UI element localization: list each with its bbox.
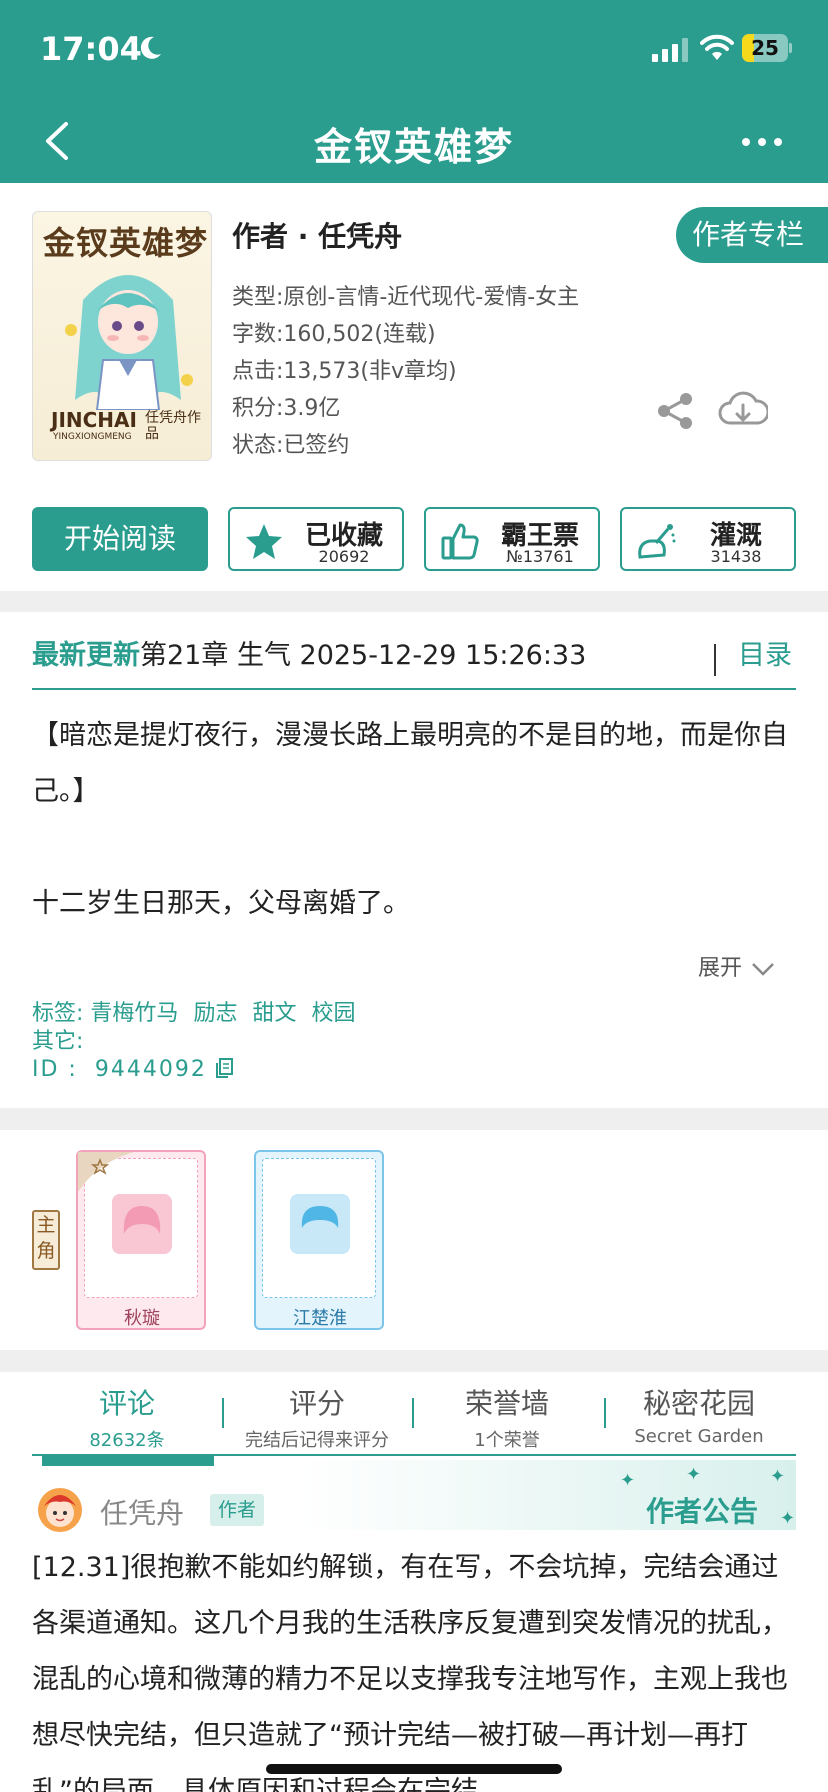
id-row: ID : 9444092 [32,1056,363,1084]
battery-tip [789,43,792,53]
commenter-name[interactable]: 任凭舟 [100,1492,184,1532]
tabs-comments-card: 评论 82632条 评分 完结后记得来评分 荣誉墙 1个荣誉 秘密花园 Secr… [0,1372,828,1792]
latest-update-row[interactable]: 最新更新第21章 生气 2025-12-29 15:26:33 目录 [32,632,796,680]
tab-sub: 1个荣誉 [474,1430,540,1451]
summary-paragraph: 十二岁生日那天，父母离婚了。 [32,888,410,919]
comment-body: [12.31]很抱歉不能如约解锁，有在写，不会坑掉，完结会通过各渠道通知。这几个… [32,1552,788,1792]
chevron-down-icon [752,963,774,976]
status-bar: 17:04 25 [0,30,828,70]
author-badge: 作者 [210,1494,265,1526]
sparkle-icon: ✦ [620,1470,636,1491]
battery-indicator: 25 [742,34,792,62]
book-cover[interactable]: 金钗英雄梦 JINCHAI YINGXIONGMENG 任凭舟作品 [32,211,212,461]
author-name[interactable]: 作者 · 任凭舟 [232,215,402,255]
cover-english-title: JINCHAI [51,408,137,432]
tab-honor-wall[interactable]: 荣誉墙 1个荣誉 [412,1382,602,1452]
lead-role-tag: 主角 [32,1210,60,1270]
cover-illustration-icon [65,275,193,410]
book-id: 9444092 [94,1057,207,1082]
copy-icon[interactable] [213,1057,235,1079]
tag-item[interactable]: 甜文 [252,1001,296,1026]
collect-button[interactable]: 已收藏 20692 [228,507,404,571]
tickets-button[interactable]: 霸王票 №13761 [424,507,600,571]
character-avatar-icon [112,1194,172,1254]
status-time: 17:04 [40,30,142,68]
cloud-download-icon[interactable] [718,389,768,433]
app-header: 17:04 25 金钗英雄梦 [0,0,828,183]
cover-title-art: 金钗英雄梦 [43,224,209,262]
star-corner-icon [78,1152,134,1192]
tab-label: 秘密花园 [642,1387,755,1420]
moon-icon [140,36,161,59]
tags-row: 标签: 青梅竹马 励志 甜文 校园 [32,1000,363,1028]
info-clicks: 点击:13,573(非v章均) [232,359,457,384]
more-options-icon[interactable] [736,120,788,164]
info-status: 状态:已签约 [232,433,350,458]
active-tab-indicator [42,1456,214,1466]
book-info-card: 金钗英雄梦 JINCHAI YINGXIONGMENG 任凭舟作品 作者 · 任… [0,183,828,591]
author-column-button[interactable]: 作者专栏 [676,207,828,263]
tags-section: 标签: 青梅竹马 励志 甜文 校园 其它: ID : 9444092 [32,1000,363,1084]
share-icon[interactable] [656,391,696,431]
tag-item[interactable]: 励志 [193,1001,237,1026]
tags-label: 标签: [32,1001,84,1026]
tab-rating[interactable]: 评分 完结后记得来评分 [222,1382,412,1452]
summary-paragraph: 【暗恋是提灯夜行，漫漫长路上最明亮的不是目的地，而是你自己。】 [32,720,788,807]
tab-label: 荣誉墙 [464,1387,549,1420]
character-avatar-icon [290,1194,350,1254]
tab-secret-garden[interactable]: 秘密花园 Secret Garden [604,1382,794,1447]
star-icon [246,524,282,559]
start-reading-button[interactable]: 开始阅读 [32,507,208,571]
update-summary-card: 最新更新第21章 生气 2025-12-29 15:26:33 目录 【暗恋是提… [0,612,828,1108]
tickets-count: №13761 [506,547,574,566]
author-notice-label: 作者公告 [646,1495,759,1528]
expand-button[interactable]: 展开 [698,950,776,982]
thumbs-up-icon [441,523,479,560]
latest-chapter-text: 第21章 生气 2025-12-29 15:26:33 [140,640,587,671]
signal-icon [652,38,688,62]
tab-label: 评论 [98,1387,155,1420]
water-button[interactable]: 灌溉 31438 [620,507,796,571]
page-title: 金钗英雄梦 [313,125,514,169]
home-indicator [266,1764,562,1774]
battery-body: 25 [742,34,788,62]
tab-sub: 82632条 [89,1430,165,1451]
tag-item[interactable]: 校园 [311,1001,355,1026]
tab-sub: 完结后记得来评分 [245,1430,389,1451]
toc-link[interactable]: 目录 [738,632,792,680]
section-divider [32,688,796,690]
tab-comments[interactable]: 评论 82632条 [32,1382,222,1452]
character-card[interactable]: 秋璇 [76,1150,206,1330]
battery-level: 25 [751,36,779,60]
info-points: 积分:3.9亿 [232,396,341,421]
book-info-list: 类型:原创-言情-近代现代-爱情-女主 字数:160,502(连载) 点击:13… [232,279,579,464]
character-name: 江楚淮 [293,1308,347,1329]
action-button-row: 开始阅读 已收藏 20692 霸王票 №13761 灌溉 31438 [32,507,796,571]
info-word-count: 字数:160,502(连载) [232,322,436,347]
tab-label: 评分 [288,1387,345,1420]
water-count: 31438 [710,547,762,566]
wifi-icon [700,34,734,60]
commenter-avatar[interactable] [36,1486,84,1534]
expand-label: 展开 [698,956,743,981]
other-row: 其它: [32,1028,363,1056]
tab-sub: Secret Garden [634,1426,764,1447]
watering-can-icon [638,524,676,559]
characters-card: 主角 秋璇 江楚淮 [0,1130,828,1350]
cover-author-art: 任凭舟作品 [145,410,201,442]
divider [714,644,716,676]
collect-count: 20692 [318,547,370,566]
other-label: 其它: [32,1029,84,1054]
character-name: 秋璇 [124,1308,160,1329]
tag-item[interactable]: 青梅竹马 [90,1001,178,1026]
sparkle-icon: ✦ [780,1508,796,1529]
info-genre: 类型:原创-言情-近代现代-爱情-女主 [232,285,580,310]
sparkle-icon: ✦ [686,1464,702,1485]
latest-update-label: 最新更新 [32,640,140,671]
character-card[interactable]: 江楚淮 [254,1150,384,1330]
id-label: ID : [32,1057,78,1082]
book-summary: 【暗恋是提灯夜行，漫漫长路上最明亮的不是目的地，而是你自己。】 十二岁生日那天，… [32,708,802,932]
sparkle-icon: ✦ [770,1466,786,1487]
cover-english-subtitle: YINGXIONGMENG [53,432,132,442]
